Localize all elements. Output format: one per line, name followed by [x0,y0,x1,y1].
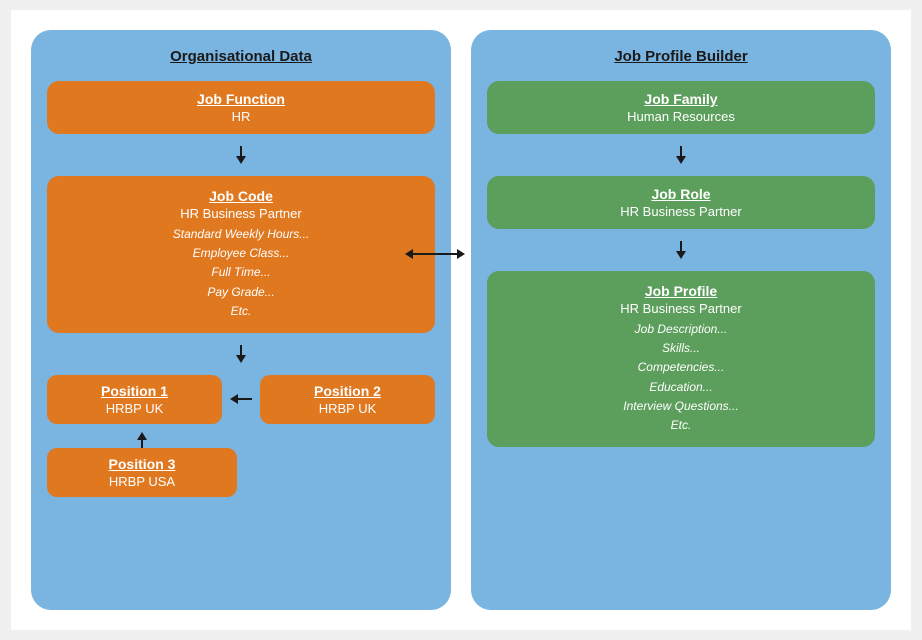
job-profile-box: Job Profile HR Business Partner Job Desc… [487,271,875,447]
arrow-code-to-positions [236,345,246,363]
position-3-label: Position 3 [57,456,227,472]
job-profile-detail-5: Interview Questions... [501,397,861,416]
position-3-value: HRBP USA [57,474,227,489]
position-3-box: Position 3 HRBP USA [47,448,237,497]
job-profile-detail-2: Skills... [501,339,861,358]
job-function-label: Job Function [61,91,421,107]
job-family-box: Job Family Human Resources [487,81,875,134]
positions-section: Position 1 HRBP UK Position 2 HRBP UK [47,375,435,497]
job-profile-details: Job Description... Skills... Competencie… [501,320,861,435]
job-role-box: Job Role HR Business Partner [487,176,875,229]
job-profile-detail-1: Job Description... [501,320,861,339]
job-code-details: Standard Weekly Hours... Employee Class.… [61,225,421,321]
arrow-line-horizontal [413,253,457,255]
arrow-pos3-up-head [137,432,147,440]
arrow-head-left [405,249,413,259]
arrow-role-to-profile [676,241,686,259]
left-panel-title: Organisational Data [170,48,312,65]
job-profile-detail-3: Competencies... [501,358,861,377]
job-profile-value: HR Business Partner [501,301,861,316]
job-role-label: Job Role [501,186,861,202]
right-panel: Job Profile Builder Job Family Human Res… [471,30,891,610]
job-function-box: Job Function HR [47,81,435,134]
job-family-value: Human Resources [501,109,861,124]
job-code-label: Job Code [61,188,421,204]
arrow-pos3-to-pos1 [137,432,147,448]
job-code-value: HR Business Partner [61,206,421,221]
diagram-container: Organisational Data Job Function HR Job … [11,10,911,630]
position-2-value: HRBP UK [270,401,425,416]
job-code-box: Job Code HR Business Partner Standard We… [47,176,435,333]
horizontal-connector [405,249,465,259]
job-profile-detail-4: Education... [501,378,861,397]
job-code-detail-2: Employee Class... [61,244,421,263]
pos-arrow-connector [230,394,252,404]
position-1-label: Position 1 [57,383,212,399]
position-1-value: HRBP UK [57,401,212,416]
job-profile-detail-6: Etc. [501,416,861,435]
positions-bottom-row: Position 3 HRBP USA [47,432,435,497]
arrow-family-to-role [676,146,686,164]
job-code-detail-4: Pay Grade... [61,283,421,302]
left-panel: Organisational Data Job Function HR Job … [31,30,451,610]
arrow-pos3-up-line [141,440,143,448]
pos-arrow-line [238,398,252,400]
position-3-col: Position 3 HRBP USA [47,432,237,497]
pos-arrow-left [230,394,238,404]
job-profile-label: Job Profile [501,283,861,299]
arrow-head-right [457,249,465,259]
job-function-value: HR [61,109,421,124]
job-role-value: HR Business Partner [501,204,861,219]
position-2-box: Position 2 HRBP UK [260,375,435,424]
job-code-detail-1: Standard Weekly Hours... [61,225,421,244]
job-family-label: Job Family [501,91,861,107]
position-2-label: Position 2 [270,383,425,399]
position-1-box: Position 1 HRBP UK [47,375,222,424]
positions-top-row: Position 1 HRBP UK Position 2 HRBP UK [47,375,435,424]
job-code-detail-5: Etc. [61,302,421,321]
arrow-function-to-code [236,146,246,164]
right-panel-title: Job Profile Builder [614,48,747,65]
job-code-detail-3: Full Time... [61,263,421,282]
